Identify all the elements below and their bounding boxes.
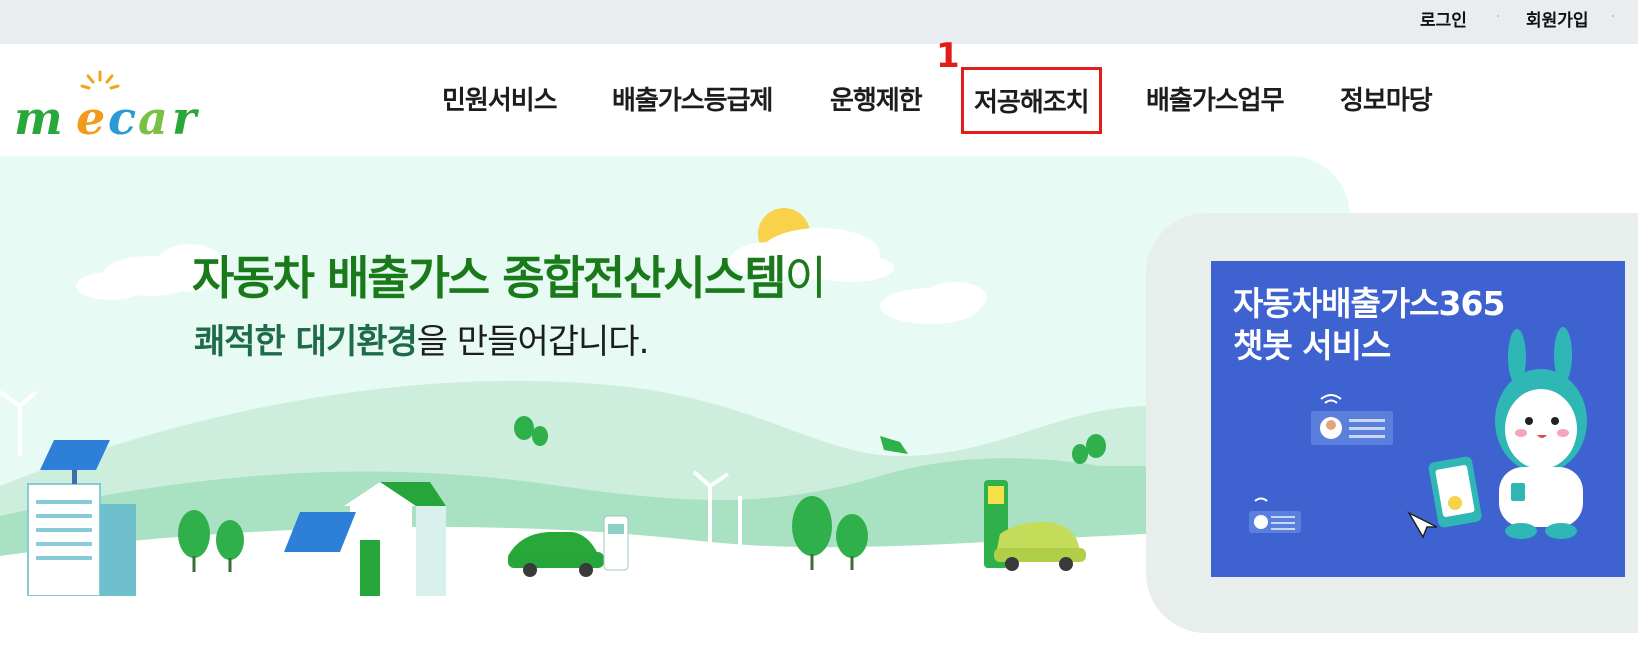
- nav-item-emission-grade[interactable]: 배출가스등급제: [612, 80, 773, 117]
- hero-headline-bold: 자동차 배출가스 종합전산시스템: [192, 251, 787, 305]
- nav-item-civil-service[interactable]: 민원서비스: [442, 80, 558, 117]
- nav-item-emission-work[interactable]: 배출가스업무: [1146, 80, 1285, 117]
- utility-bar: 로그인 회원가입: [0, 0, 1638, 44]
- login-link[interactable]: 로그인: [1420, 6, 1467, 31]
- svg-text:m: m: [14, 91, 63, 142]
- mecar-logo[interactable]: m e c a r: [14, 66, 204, 145]
- hero-subline-bold: 쾌적한 대기환경: [194, 322, 418, 362]
- svg-text:c: c: [108, 91, 136, 142]
- svg-text:r: r: [172, 91, 200, 142]
- divider: [1497, 15, 1499, 17]
- svg-text:a: a: [138, 91, 168, 142]
- hero-headline: 자동차 배출가스 종합전산시스템이: [192, 242, 827, 308]
- chatbot-banner-title-line2: 챗봇 서비스: [1233, 326, 1391, 365]
- svg-text:e: e: [76, 91, 105, 142]
- nav-item-low-emission-measures[interactable]: 저공해조치: [961, 67, 1102, 134]
- hero-subline: 쾌적한 대기환경을 만들어갑니다.: [194, 314, 650, 363]
- chatbot-banner-title: 자동차배출가스365 챗봇 서비스: [1233, 283, 1505, 367]
- site-header: m e c a r 1 민원서비스 배출가스등급제 운행제한 저공해조치 배출가…: [0, 36, 1638, 156]
- highlight-marker-number: 1: [936, 36, 960, 76]
- chatbot-banner-title-line1: 자동차배출가스365: [1233, 284, 1505, 323]
- join-link[interactable]: 회원가입: [1526, 6, 1589, 31]
- hero-subline-rest: 을 만들어갑니다.: [416, 322, 650, 362]
- divider: [1612, 15, 1614, 17]
- hero-headline-tail: 이: [784, 251, 827, 305]
- chatbot-banner[interactable]: 자동차배출가스365 챗봇 서비스: [1211, 261, 1625, 577]
- nav-item-info-hub[interactable]: 정보마당: [1340, 80, 1433, 117]
- mecar-logo-image: m e c a r: [14, 70, 200, 145]
- nav-item-driving-restriction[interactable]: 운행제한: [830, 80, 923, 117]
